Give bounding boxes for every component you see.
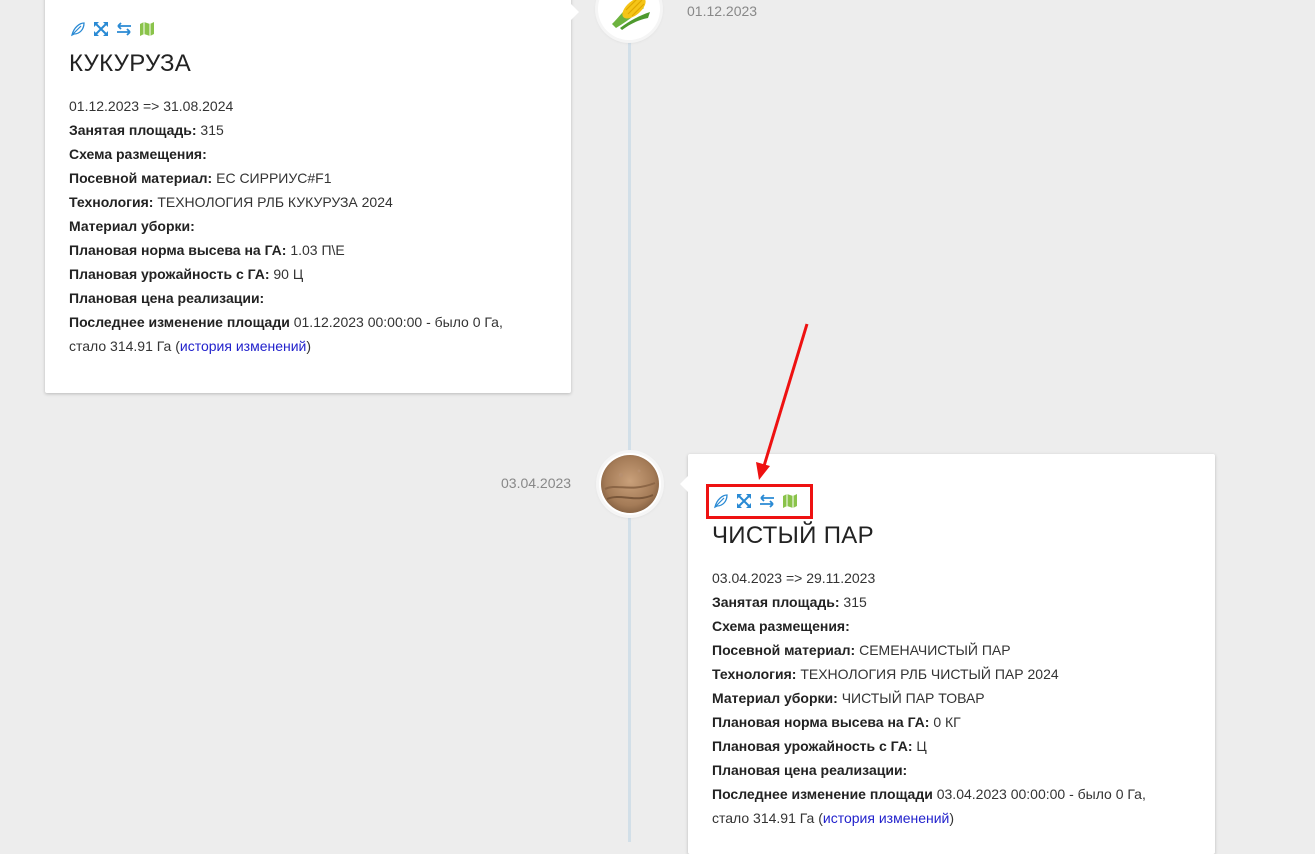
crop-card: КУКУРУЗА 01.12.2023 => 31.08.2024 Занята… [45,0,579,393]
entry-date: 01.12.2023 [687,3,758,19]
technology: Технология: ТЕХНОЛОГИЯ РЛБ ЧИСТЫЙ ПАР 20… [712,666,1059,682]
planned-price: Плановая цена реализации: [712,762,908,778]
planned-yield: Плановая урожайность с ГА: 90 Ц [69,266,304,282]
seeding-rate: Плановая норма высева на ГА: 0 КГ [712,714,961,730]
harvest-material: Материал уборки: [69,218,195,234]
period: 03.04.2023 => 29.11.2023 [712,570,876,586]
last-change-cont: стало 314.91 Га (история изменений) [69,338,312,354]
harvest-material: Материал уборки: ЧИСТЫЙ ПАР ТОВАР [712,690,985,706]
last-change: Последнее изменение площади 03.04.2023 0… [712,786,1146,802]
technology: Технология: ТЕХНОЛОГИЯ РЛБ КУКУРУЗА 2024 [69,194,393,210]
period: 01.12.2023 => 31.08.2024 [69,98,234,114]
soil-icon [599,453,661,515]
seeding-rate: Плановая норма высева на ГА: 1.03 П\Е [69,242,345,258]
planned-price: Плановая цена реализации: [69,290,265,306]
last-change: Последнее изменение площади 01.12.2023 0… [69,314,503,330]
placement-scheme: Схема размещения: [712,618,850,634]
last-change-cont: стало 314.91 Га (история изменений) [712,810,955,826]
crop-title: ЧИСТЫЙ ПАР [712,522,874,549]
expand-icon[interactable] [92,20,110,38]
occupied-area: Занятая площадь: 315 [712,594,867,610]
history-link[interactable]: история изменений [180,338,306,354]
action-icons [69,20,551,38]
highlight-box [706,484,813,519]
entry-date: 03.04.2023 [501,475,572,491]
corn-icon [598,0,660,40]
map-icon[interactable] [138,20,156,38]
swap-icon[interactable] [115,20,133,38]
leaf-icon[interactable] [69,20,87,38]
placement-scheme: Схема размещения: [69,146,207,162]
seed-material: Посевной материал: ЕС СИРРИУС#F1 [69,170,332,186]
crop-title: КУКУРУЗА [69,50,192,77]
occupied-area: Занятая площадь: 315 [69,122,224,138]
timeline-line [628,0,631,842]
history-link[interactable]: история изменений [823,810,949,826]
seed-material: Посевной материал: СЕМЕНАЧИСТЫЙ ПАР [712,642,1011,658]
planned-yield: Плановая урожайность с ГА: Ц [712,738,927,754]
